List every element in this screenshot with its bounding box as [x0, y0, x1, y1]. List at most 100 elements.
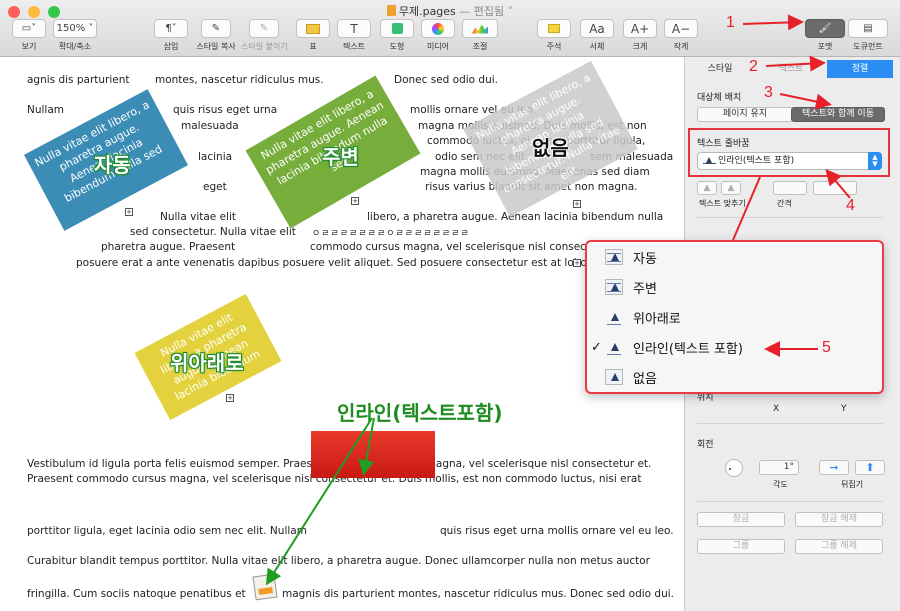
- flip-vertical-icon[interactable]: ⬆: [855, 460, 885, 475]
- text-wrap-select[interactable]: 인라인(텍스트 포함) ▲ ▼: [697, 152, 882, 170]
- lock-button[interactable]: 잠금: [697, 512, 785, 527]
- body-text[interactable]: lacinia: [198, 151, 232, 163]
- red-inline-shape[interactable]: [311, 431, 435, 478]
- wrap-fit-icon[interactable]: ▲: [721, 181, 741, 195]
- comment-icon: [537, 19, 571, 38]
- angle-label: 각도: [773, 480, 788, 489]
- unlock-button[interactable]: 잠금 해제: [795, 512, 883, 527]
- wrap-none-icon: [605, 369, 623, 385]
- inline-annotation-label: 인라인(텍스트포함): [337, 401, 503, 425]
- font-bigger-icon: A+: [623, 19, 657, 38]
- pages-image-icon[interactable]: [252, 573, 278, 601]
- histogram-icon: [462, 19, 498, 38]
- font-smaller-icon: A−: [664, 19, 698, 38]
- zoom-tool[interactable]: 150% ˅ 확대/축소: [53, 19, 97, 52]
- text-fit-field[interactable]: [773, 181, 807, 195]
- paste-style-tool[interactable]: ✎ 스타일 붙이기: [241, 19, 288, 52]
- comment-tool[interactable]: 주석: [537, 19, 571, 52]
- body-text[interactable]: Curabitur blandit tempus porttitor. Null…: [27, 555, 650, 567]
- text-wrap-popup: 자동 주변 위아래로 ✓ 인라인(텍스트 포함) 없음: [585, 240, 884, 394]
- menu-item-above-below[interactable]: 위아래로: [605, 305, 681, 329]
- group-button[interactable]: 그룹: [697, 539, 785, 554]
- media-tool[interactable]: 미디어: [421, 19, 455, 52]
- flip-label: 뒤집기: [841, 480, 864, 489]
- view-tool[interactable]: ▭˅ 보기: [12, 19, 46, 52]
- tab-arrange[interactable]: 정렬: [827, 60, 893, 78]
- body-text[interactable]: quis risus eget urna: [173, 104, 277, 116]
- font-tool[interactable]: Aa 서체: [580, 19, 614, 52]
- shape-label-none: 없음: [532, 136, 569, 160]
- body-text[interactable]: pharetra augue. Praesent: [101, 241, 235, 253]
- annotation-number: 5: [822, 339, 831, 356]
- rotate-label: 회전: [697, 440, 714, 450]
- spacing-field[interactable]: [813, 181, 857, 195]
- document-canvas[interactable]: agnis dis parturient montes, nascetur ri…: [0, 57, 684, 611]
- body-text[interactable]: fringilla. Cum sociis natoque penatibus …: [27, 588, 246, 600]
- body-text[interactable]: posuere erat a ante venenatis dapibus po…: [76, 257, 607, 269]
- resize-handle-icon[interactable]: +: [573, 259, 581, 267]
- smaller-tool[interactable]: A− 작게: [664, 19, 698, 52]
- copy-style-tool[interactable]: ✎ 스타일 복사: [193, 19, 239, 52]
- sidebar-icon: ▭˅: [12, 19, 46, 38]
- divider: [697, 501, 883, 502]
- annotation-number: 1: [726, 14, 735, 31]
- wrap-fit-icon[interactable]: ▲: [697, 181, 717, 195]
- toolbar: 무제.pages — 편집됨 ˅ ▭˅ 보기 150% ˅ 확대/축소 ¶˅ 삽…: [0, 0, 900, 57]
- resize-handle-icon[interactable]: +: [351, 197, 359, 205]
- angle-field[interactable]: 1°: [759, 460, 799, 475]
- shape-label-above-below: 위아래로: [170, 351, 244, 375]
- insert-tool[interactable]: ¶˅ 삽입: [154, 19, 188, 52]
- body-text[interactable]: magnis dis parturient montes, nascetur r…: [282, 588, 674, 600]
- body-text[interactable]: sed consectetur. Nulla vitae elit: [130, 226, 296, 238]
- text-fit-label: 텍스트 맞추기: [699, 199, 746, 208]
- document-tool[interactable]: ▤ 도큐먼트: [848, 19, 888, 52]
- resize-handle-icon[interactable]: +: [573, 200, 581, 208]
- shape-tool[interactable]: 도형: [380, 19, 414, 52]
- x-label: X: [773, 404, 780, 414]
- object-placement-label: 대상체 배치: [697, 93, 742, 103]
- media-icon: [421, 19, 455, 38]
- checkmark-icon: ✓: [591, 339, 602, 355]
- body-text[interactable]: Nullam: [27, 104, 64, 116]
- body-text[interactable]: ㅇㄹㄹㄹㄹㄹㄹㄹㅇㄹㄹㄹㄹㄹㄹㄹㄹ: [312, 226, 470, 239]
- menu-item-around[interactable]: 주변: [605, 275, 657, 299]
- table-tool[interactable]: 표: [296, 19, 330, 52]
- menu-item-inline[interactable]: ✓ 인라인(텍스트 포함): [591, 335, 743, 359]
- y-label: Y: [841, 404, 847, 414]
- body-text[interactable]: porttitor ligula, eget lacinia odio sem …: [27, 525, 307, 537]
- body-text[interactable]: malesuada: [181, 120, 239, 132]
- body-text[interactable]: agnis dis parturient: [27, 74, 130, 86]
- dropper-icon: ✎: [201, 19, 231, 38]
- shape-icon: [380, 19, 414, 38]
- brush-icon: ✎: [249, 19, 279, 38]
- menu-item-auto[interactable]: 자동: [605, 245, 657, 269]
- body-text[interactable]: Donec sed odio dui.: [394, 74, 498, 86]
- text-tool[interactable]: T 텍스트: [337, 19, 371, 52]
- body-text[interactable]: eget: [203, 181, 227, 193]
- stepper-arrows-icon: ▲ ▼: [868, 152, 882, 170]
- flip-horizontal-icon[interactable]: ➞: [819, 460, 849, 475]
- zoom-select[interactable]: 150% ˅: [53, 19, 97, 38]
- divider: [697, 423, 883, 424]
- resize-handle-icon[interactable]: +: [125, 208, 133, 216]
- paragraph-icon: ¶˅: [154, 19, 188, 38]
- menu-item-none[interactable]: 없음: [605, 365, 657, 389]
- stay-on-page-button[interactable]: 페이지 유지: [697, 107, 793, 122]
- tab-style[interactable]: 스타일: [685, 60, 755, 78]
- bigger-tool[interactable]: A+ 크게: [623, 19, 657, 52]
- format-tool[interactable]: 🖌 포맷: [805, 19, 845, 52]
- ungroup-button[interactable]: 그룹 해제: [795, 539, 883, 554]
- annotation-number: 4: [846, 197, 855, 214]
- wrap-auto-icon: [605, 249, 623, 265]
- rotate-dial[interactable]: [725, 459, 743, 477]
- body-text[interactable]: commodo cursus magna, vel scelerisque ni…: [310, 241, 629, 253]
- wrap-around-icon: [605, 279, 623, 295]
- shape-label-around: 주변: [322, 145, 359, 169]
- adjust-tool[interactable]: 조절: [462, 19, 498, 52]
- tab-text[interactable]: 텍스트: [755, 60, 827, 78]
- resize-handle-icon[interactable]: +: [226, 394, 234, 402]
- body-text[interactable]: montes, nascetur ridiculus mus.: [155, 74, 324, 86]
- body-text[interactable]: Nulla vitae elit: [160, 211, 236, 223]
- move-with-text-button[interactable]: 텍스트와 함께 이동: [791, 107, 885, 122]
- body-text[interactable]: quis risus eget urna mollis ornare vel e…: [440, 525, 674, 537]
